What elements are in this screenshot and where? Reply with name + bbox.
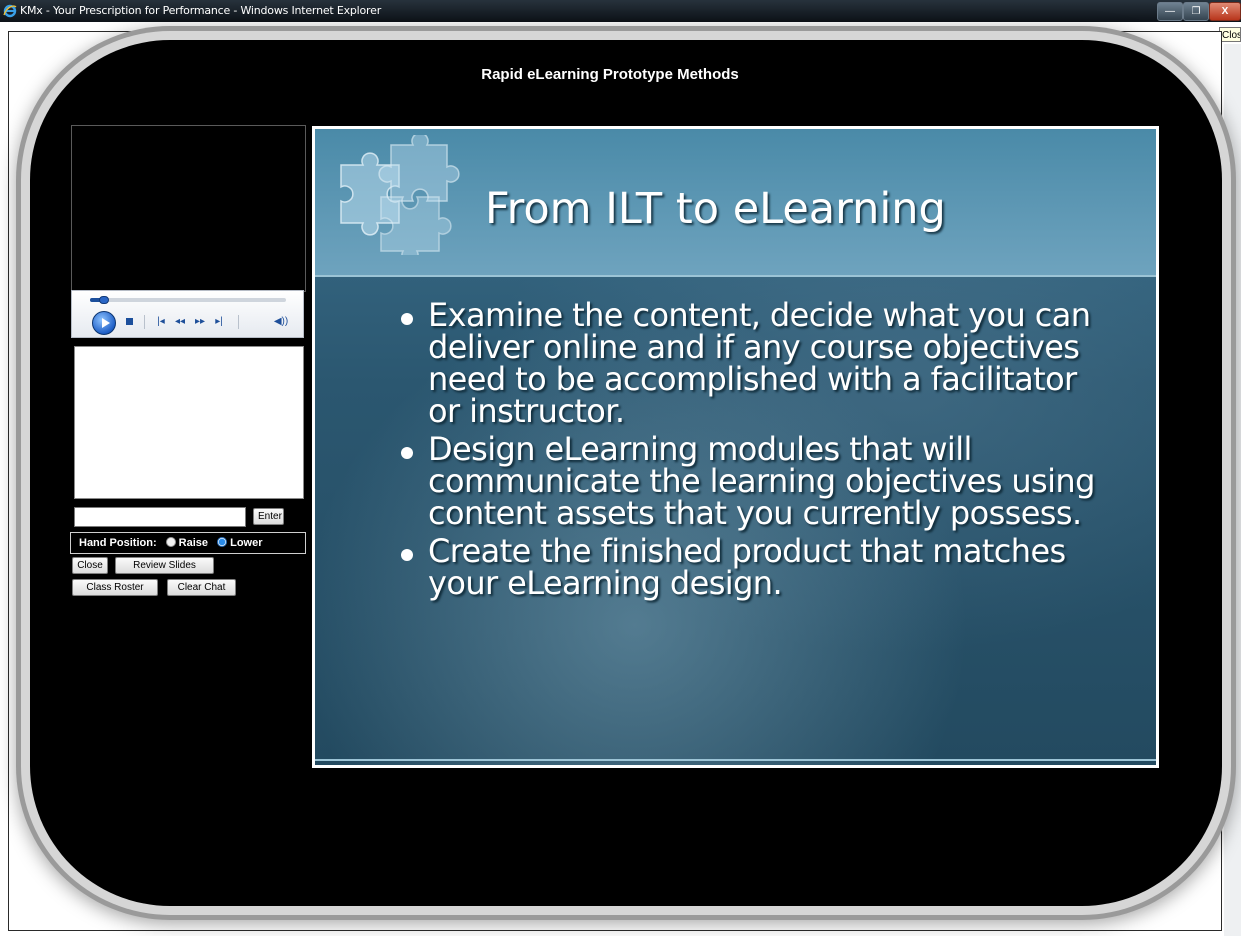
seek-thumb[interactable] — [99, 296, 109, 304]
maximize-button[interactable]: ❐ — [1183, 2, 1209, 21]
raise-radio[interactable] — [165, 537, 176, 547]
lower-label: Lower — [230, 537, 263, 549]
close-button[interactable]: Close — [72, 557, 108, 574]
bullet-item: Design eLearning modules that will commu… — [395, 433, 1095, 529]
fast-forward-button[interactable]: ▸▸ — [192, 315, 208, 329]
controls-divider — [238, 315, 239, 329]
rewind-button[interactable]: ◂◂ — [172, 315, 188, 329]
internet-explorer-icon — [3, 4, 17, 18]
slide-content: From ILT to eLearning Examine the conten… — [315, 129, 1156, 765]
hand-position: Hand Position: Raise Lower — [70, 532, 306, 554]
chat-input[interactable] — [74, 507, 246, 527]
next-button[interactable]: ▸| — [212, 315, 226, 329]
seek-bar[interactable] — [90, 296, 286, 304]
class-roster-button[interactable]: Class Roster — [72, 579, 158, 596]
slide-viewer: From ILT to eLearning Examine the conten… — [312, 126, 1159, 768]
hand-position-label: Hand Position: — [79, 537, 157, 549]
puzzle-pieces-icon — [340, 135, 460, 255]
close-tooltip: Close — [1219, 27, 1241, 42]
previous-button[interactable]: |◂ — [154, 315, 168, 329]
controls-divider — [144, 315, 145, 329]
review-slides-button[interactable]: Review Slides — [115, 557, 214, 574]
window-title: KMx - Your Prescription for Performance … — [20, 4, 382, 17]
minimize-button[interactable]: — — [1157, 2, 1183, 21]
lower-radio[interactable] — [217, 537, 228, 547]
slide-footer-line — [315, 759, 1156, 761]
slide-header: From ILT to eLearning — [315, 129, 1156, 277]
media-controls: |◂ ◂◂ ▸▸ ▸| ◀)) — [71, 290, 304, 338]
close-window-button[interactable]: X — [1209, 2, 1241, 21]
slide-title: From ILT to eLearning — [485, 184, 946, 234]
lesson-title: Rapid eLearning Prototype Methods — [481, 66, 739, 83]
bullet-item: Create the finished product that matches… — [395, 535, 1095, 599]
bullet-item: Examine the content, decide what you can… — [395, 299, 1095, 427]
vertical-scrollbar[interactable] — [1224, 44, 1241, 936]
clear-chat-button[interactable]: Clear Chat — [167, 579, 236, 596]
play-button[interactable] — [92, 311, 116, 335]
chat-log[interactable] — [74, 346, 304, 499]
raise-label: Raise — [178, 537, 209, 549]
slide-bullets: Examine the content, decide what you can… — [395, 299, 1095, 605]
stop-button[interactable] — [124, 315, 134, 329]
speaker-icon[interactable]: ◀)) — [268, 315, 294, 329]
enter-button[interactable]: Enter — [253, 508, 284, 525]
video-area[interactable] — [71, 125, 306, 292]
window-title-bar: KMx - Your Prescription for Performance … — [0, 0, 1241, 22]
